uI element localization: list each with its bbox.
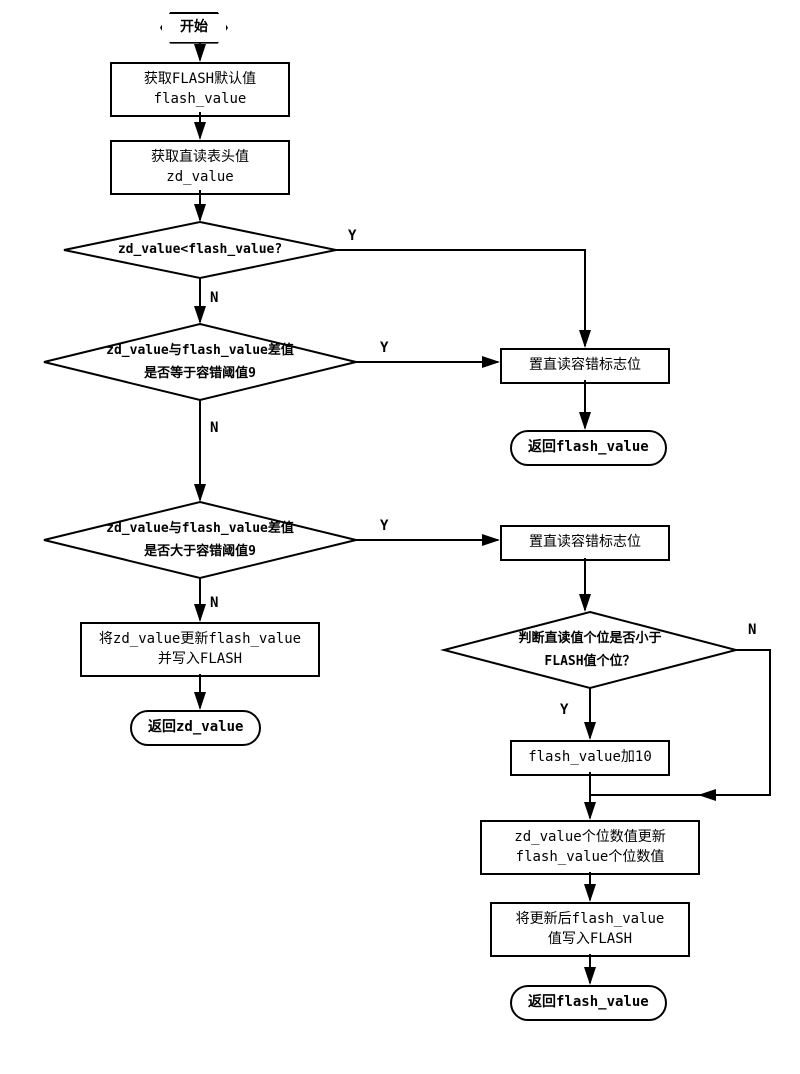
return-zd: 返回zd_value — [130, 710, 261, 746]
update-digit-l2: flash_value个位数值 — [514, 848, 665, 868]
label-dec3-y: Y — [380, 518, 388, 534]
add10-text: flash_value加10 — [528, 748, 652, 768]
dec1-text: zd_value<flash_value? — [118, 238, 282, 261]
update-digit-l1: zd_value个位数值更新 — [514, 828, 665, 848]
return-flash-1: 返回flash_value — [510, 430, 667, 466]
label-dec2-n: N — [210, 420, 218, 436]
label-dec3-n: N — [210, 595, 218, 611]
step-set-flag-1: 置直读容错标志位 — [500, 348, 670, 384]
label-dec1-n: N — [210, 290, 218, 306]
step-set-flag-2: 置直读容错标志位 — [500, 525, 670, 561]
step-update-left-l2: 并写入FLASH — [99, 650, 301, 670]
set-flag1-text: 置直读容错标志位 — [529, 356, 641, 376]
dec2-line1: zd_value与flash_value差值 — [106, 339, 294, 362]
step-add-10: flash_value加10 — [510, 740, 670, 776]
decision-2: zd_value与flash_value差值 是否等于容错阈值9 — [40, 322, 360, 402]
decision-4: 判断直读值个位是否小于 FLASH值个位？ — [440, 610, 740, 690]
dec4-line1: 判断直读值个位是否小于 — [518, 627, 661, 650]
label-dec2-y: Y — [380, 340, 388, 356]
step-update-left-l1: 将zd_value更新flash_value — [99, 630, 301, 650]
dec2-line2: 是否等于容错阈值9 — [144, 362, 256, 385]
start-node: 开始 — [160, 12, 228, 44]
step2-line1: 获取直读表头值 — [151, 148, 249, 168]
write-flash-l2: 值写入FLASH — [516, 930, 665, 950]
step1-line2: flash_value — [144, 90, 256, 110]
step1-line1: 获取FLASH默认值 — [144, 70, 256, 90]
step-update-flash-left: 将zd_value更新flash_value 并写入FLASH — [80, 622, 320, 677]
dec3-line2: 是否大于容错阈值9 — [144, 540, 256, 563]
decision-1: zd_value<flash_value? — [60, 220, 340, 280]
start-label: 开始 — [180, 18, 208, 38]
ret-zd-text: 返回zd_value — [148, 718, 243, 738]
step2-line2: zd_value — [151, 168, 249, 188]
dec3-line1: zd_value与flash_value差值 — [106, 517, 294, 540]
decision-3: zd_value与flash_value差值 是否大于容错阈值9 — [40, 500, 360, 580]
step-get-flash: 获取FLASH默认值 flash_value — [110, 62, 290, 117]
set-flag2-text: 置直读容错标志位 — [529, 533, 641, 553]
label-dec4-y: Y — [560, 702, 568, 718]
label-dec4-n: N — [748, 622, 756, 638]
label-dec1-y: Y — [348, 228, 356, 244]
ret-flash1-text: 返回flash_value — [528, 438, 649, 458]
dec4-line2: FLASH值个位？ — [544, 650, 635, 673]
step-get-zd: 获取直读表头值 zd_value — [110, 140, 290, 195]
ret-flash2-text: 返回flash_value — [528, 993, 649, 1013]
return-flash-2: 返回flash_value — [510, 985, 667, 1021]
step-update-digit: zd_value个位数值更新 flash_value个位数值 — [480, 820, 700, 875]
write-flash-l1: 将更新后flash_value — [516, 910, 665, 930]
step-write-flash: 将更新后flash_value 值写入FLASH — [490, 902, 690, 957]
